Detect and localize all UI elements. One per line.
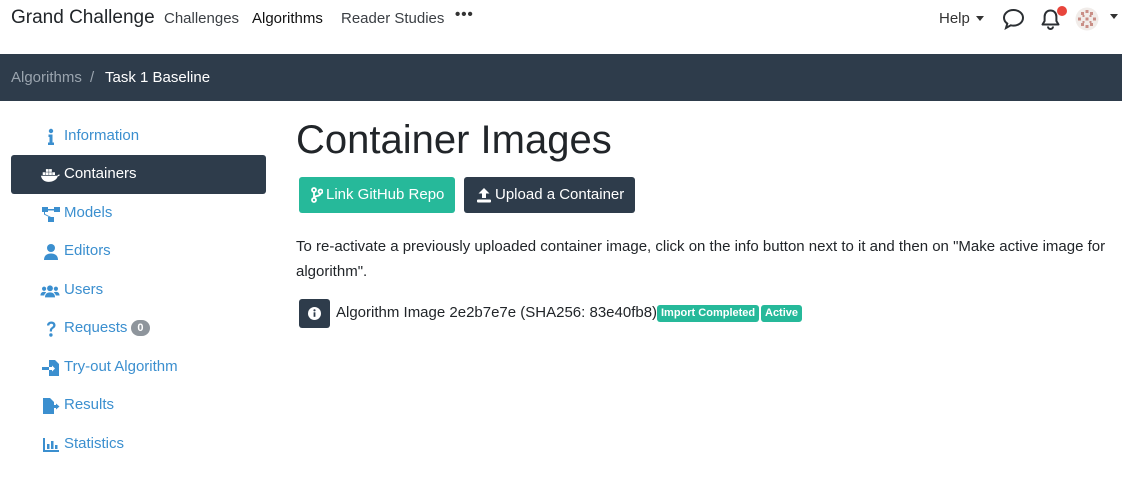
top-navbar: Grand Challenge Challenges Algorithms Re… (0, 0, 1122, 54)
requests-label: Requests (64, 319, 128, 336)
sidebar-item-label: Information (64, 127, 140, 144)
nav-link-algorithms[interactable]: Algorithms (252, 10, 323, 27)
instructions-text: To re-activate a previously uploaded con… (296, 238, 1106, 280)
file-export-icon (43, 398, 60, 414)
info-icon (48, 128, 54, 145)
sidebar-item-try-out-algorithm[interactable]: Try-out Algorithm (11, 348, 266, 387)
caret-down-icon (975, 15, 984, 21)
sidebar-item-requests[interactable]: Requests 0 (11, 309, 266, 348)
avatar-caret-down-icon[interactable] (1110, 14, 1118, 19)
docker-icon (40, 169, 60, 182)
import-status-badge: Import Completed (657, 305, 760, 322)
sidebar-item-results[interactable]: Results (11, 386, 266, 425)
sidebar-item-label: Users (64, 281, 104, 298)
link-github-repo-button[interactable]: Link GitHub Repo (299, 177, 455, 213)
active-status-badge: Active (761, 305, 803, 322)
upload-container-label: Upload a Container (495, 186, 625, 203)
question-icon (47, 321, 56, 337)
sidebar-item-label: Models (64, 204, 113, 221)
more-menu-button[interactable]: ••• (455, 6, 474, 23)
sidebar-item-containers[interactable]: Containers (11, 155, 266, 194)
link-github-repo-label: Link GitHub Repo (326, 186, 445, 203)
sidebar-item-editors[interactable]: Editors (11, 232, 266, 271)
notification-dot (1057, 6, 1067, 16)
sidebar-item-label: Results (64, 396, 115, 413)
file-import-icon (42, 360, 59, 376)
sidebar-item-label: Requests 0 (64, 319, 150, 336)
sidebar-item-models[interactable]: Models (11, 194, 266, 233)
brand-logo-text[interactable]: Grand Challenge (11, 7, 155, 29)
code-branch-icon (311, 187, 323, 203)
page-title: Container Images (296, 118, 612, 162)
breadcrumb-link-algorithms[interactable]: Algorithms (11, 69, 82, 86)
nav-link-challenges[interactable]: Challenges (164, 10, 239, 27)
avatar[interactable] (1075, 7, 1099, 31)
info-circle-icon (308, 307, 321, 320)
sidebar-item-label: Statistics (64, 435, 125, 452)
sidebar-item-information[interactable]: Information (11, 117, 266, 156)
breadcrumb-current: Task 1 Baseline (105, 69, 211, 86)
breadcrumb: Algorithms / Task 1 Baseline (0, 54, 1122, 101)
chart-bar-icon (43, 438, 59, 452)
sidebar-item-statistics[interactable]: Statistics (11, 425, 266, 464)
breadcrumb-separator: / (90, 69, 95, 86)
chat-icon[interactable] (1002, 8, 1025, 30)
nav-link-reader-studies[interactable]: Reader Studies (341, 10, 444, 27)
sidebar-item-users[interactable]: Users (11, 271, 266, 310)
requests-count-badge: 0 (131, 320, 150, 336)
help-label: Help (939, 10, 970, 27)
sidebar-item-label: Try-out Algorithm (64, 358, 178, 375)
sitemap-icon (42, 207, 60, 222)
image-info-button[interactable] (299, 299, 330, 328)
upload-icon (477, 188, 491, 203)
sidebar-item-label: Containers (64, 165, 137, 182)
sidebar-item-label: Editors (64, 242, 111, 259)
users-icon (40, 285, 60, 298)
container-image-name: Algorithm Image 2e2b7e7e (SHA256: 83e40f… (336, 304, 658, 321)
user-icon (44, 244, 58, 260)
upload-container-button[interactable]: Upload a Container (464, 177, 635, 213)
help-dropdown[interactable]: Help (939, 10, 984, 27)
